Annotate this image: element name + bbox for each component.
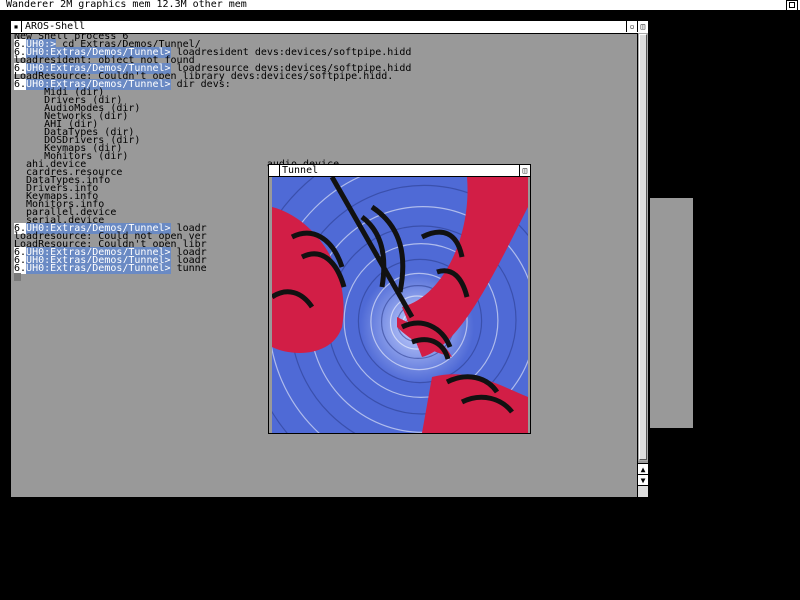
tunnel-title: Tunnel [282, 165, 319, 176]
tunnel-title-bar[interactable]: Tunnel ◫ [269, 165, 530, 177]
resize-icon[interactable] [638, 485, 648, 497]
vertical-scrollbar[interactable]: ▲ ▼ [637, 33, 648, 497]
console-line: 6.UH0:Extras/Demos/Tunnel> dir devs: [14, 79, 634, 90]
text-cursor [14, 273, 21, 281]
tunnel-window[interactable]: Tunnel ◫ [268, 164, 531, 434]
depth-icon[interactable]: ◫ [637, 21, 648, 32]
scroll-track[interactable] [638, 33, 648, 461]
prompt-path: UH0:Extras/Demos/Tunnel> [26, 263, 171, 274]
screen-depth-icon[interactable] [786, 0, 798, 11]
zoom-icon[interactable]: ▫ [626, 21, 637, 32]
tunnel-render-view [272, 177, 528, 433]
command-text: dir devs: [170, 79, 231, 90]
command-text: loadresident devs:devices/softpipe.hidd [170, 47, 412, 58]
shell-title: AROS-Shell [25, 21, 86, 32]
tunnel-depth-icon[interactable]: ◫ [519, 165, 530, 176]
background-window [650, 198, 693, 428]
command-text: tunne [170, 263, 207, 274]
screen-title: Wanderer 2M graphics mem 12.3M other mem [6, 0, 247, 10]
console-line: Networks (dir) [14, 111, 129, 122]
tunnel-render [272, 177, 528, 433]
screen-title-bar: Wanderer 2M graphics mem 12.3M other mem [0, 0, 800, 11]
scroll-knob[interactable] [639, 34, 647, 460]
close-icon[interactable]: ▪ [11, 21, 22, 32]
tunnel-close-icon[interactable] [269, 165, 280, 176]
